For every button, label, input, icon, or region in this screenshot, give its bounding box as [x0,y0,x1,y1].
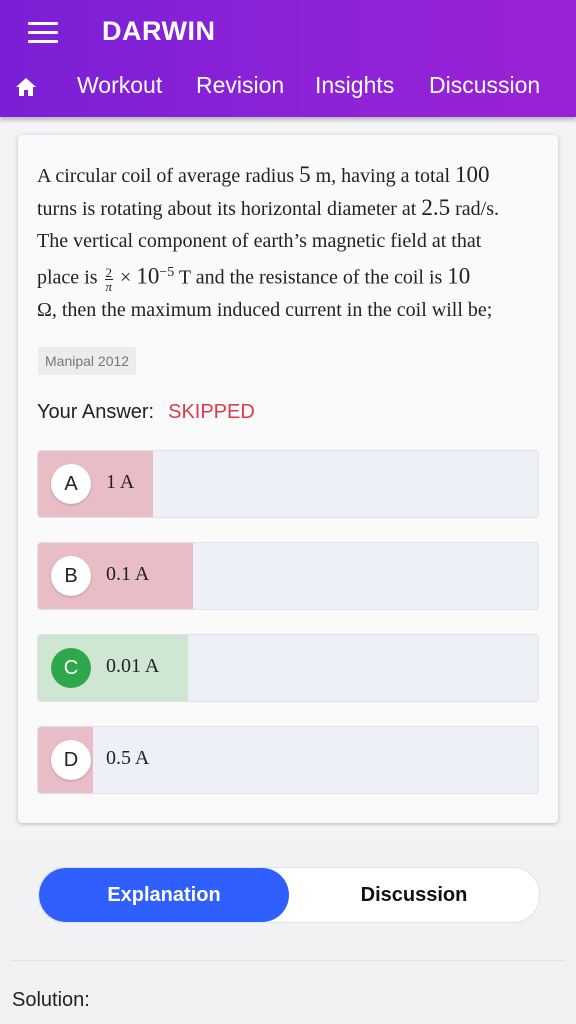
nav-item-revision[interactable]: Revision [196,72,284,99]
question-text: A circular coil of average radius 5 m, h… [37,162,499,321]
tab-explanation[interactable]: Explanation [39,868,289,922]
option-b[interactable]: B 0.1 A [37,542,539,610]
nav-item-insights[interactable]: Insights [315,72,394,99]
app-title: DARWIN [102,16,216,46]
question-card: A circular coil of average radius 5 m, h… [18,135,558,823]
option-d-letter: D [51,740,91,780]
explanation-panel: Explanation Discussion Solution: [0,842,576,1024]
your-answer-row: Your Answer: SKIPPED [37,401,255,424]
option-d[interactable]: D 0.5 A [37,726,539,794]
solution-label: Solution: [12,989,90,1011]
home-icon[interactable] [14,75,38,99]
option-a[interactable]: A 1 A [37,450,539,518]
your-answer-label: Your Answer: [37,401,155,423]
option-d-text: 0.5 A [106,747,150,769]
option-a-text: 1 A [106,471,135,493]
option-b-letter: B [51,556,91,596]
option-c[interactable]: C 0.01 A [37,634,539,702]
tab-toggle: Explanation Discussion [38,867,540,923]
nav-item-workout[interactable]: Workout [77,72,162,99]
option-a-letter: A [51,464,91,504]
hamburger-menu-icon[interactable] [28,22,58,44]
top-nav: Workout Revision Insights Discussion [0,62,576,112]
source-tag: Manipal 2012 [38,347,137,375]
app-bar: DARWIN Workout Revision Insights Discuss… [0,0,576,117]
tab-discussion[interactable]: Discussion [289,868,539,922]
fraction: 2π [104,264,114,294]
divider [12,960,564,961]
nav-item-discussion[interactable]: Discussion [429,72,540,99]
option-b-text: 0.1 A [106,563,150,585]
option-c-letter: C [51,648,91,688]
your-answer-status: SKIPPED [168,401,255,423]
option-c-text: 0.01 A [106,655,160,677]
